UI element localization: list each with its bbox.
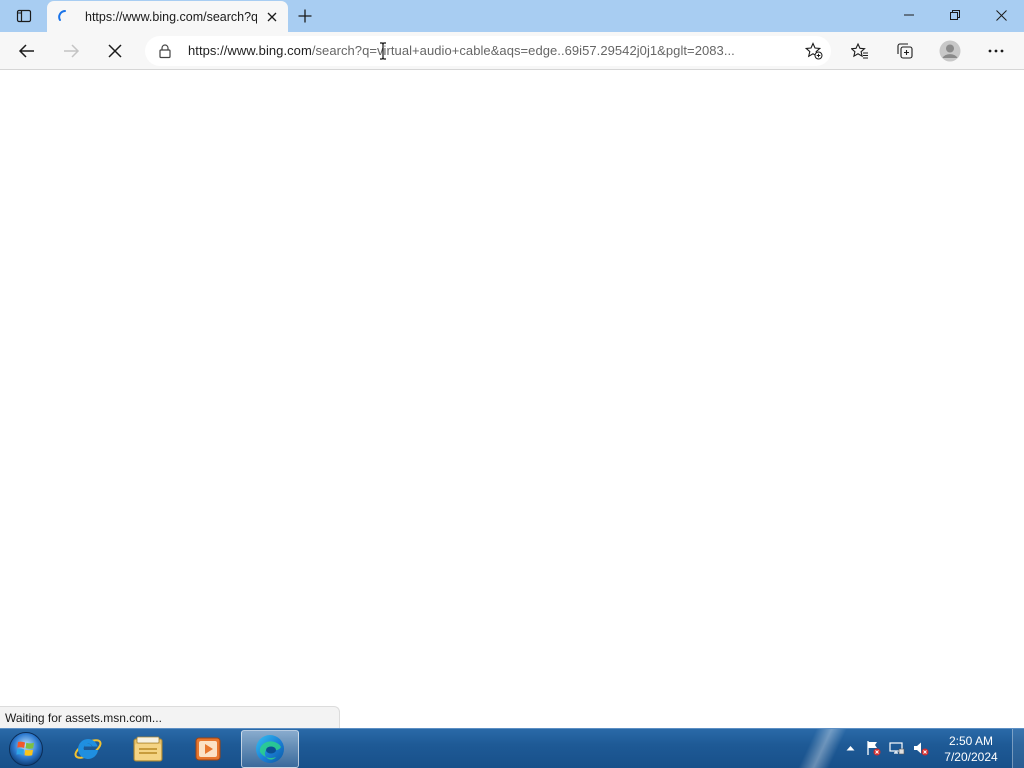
media-player-icon — [195, 737, 221, 761]
browser-tab-active[interactable]: https://www.bing.com/search?q=virtual+au… — [47, 1, 288, 32]
tab-strip: https://www.bing.com/search?q=virtual+au… — [0, 0, 1024, 32]
internet-explorer-icon — [74, 739, 102, 759]
action-center-tray[interactable] — [864, 739, 882, 757]
address-url[interactable]: https://www.bing.com/search?q=virtual+au… — [188, 43, 788, 58]
settings-more-button[interactable] — [981, 36, 1011, 66]
taskbar-clock[interactable]: 2:50 AM 7/20/2024 — [936, 733, 1006, 765]
folder-icon — [133, 736, 163, 762]
forward-button[interactable] — [56, 36, 86, 66]
stop-icon — [108, 44, 122, 58]
favorites-icon — [851, 42, 868, 59]
add-favorite-button[interactable] — [803, 40, 825, 62]
volume-tray[interactable] — [912, 739, 930, 757]
close-icon — [995, 9, 1007, 21]
new-tab-button[interactable] — [293, 4, 317, 28]
restore-button[interactable] — [932, 0, 978, 30]
favorites-button[interactable] — [845, 36, 875, 66]
network-icon — [889, 742, 905, 755]
close-window-button[interactable] — [978, 0, 1024, 30]
tab-actions-menu-button[interactable] — [4, 0, 44, 32]
minimize-button[interactable] — [886, 0, 932, 30]
collections-button[interactable] — [890, 36, 920, 66]
windows-orb-icon — [9, 732, 43, 766]
avatar-icon — [939, 40, 961, 62]
tab-actions-icon — [16, 9, 32, 23]
restore-icon — [950, 10, 960, 20]
arrow-right-icon — [64, 44, 80, 58]
taskbar-highlight — [760, 729, 880, 768]
browser-toolbar: https://www.bing.com/search?q=virtual+au… — [0, 32, 1024, 70]
plus-icon — [298, 9, 312, 23]
profile-button[interactable] — [935, 36, 965, 66]
clock-time: 2:50 AM — [948, 734, 994, 748]
close-icon — [267, 12, 277, 22]
tab-close-button[interactable] — [264, 9, 280, 25]
clock-date: 7/20/2024 — [944, 750, 998, 764]
collections-icon — [897, 43, 913, 59]
star-add-icon — [805, 42, 823, 60]
edge-icon — [256, 735, 284, 763]
url-host: https://www.bing.com — [188, 43, 312, 58]
text-cursor-icon — [380, 42, 386, 60]
more-horizontal-icon — [988, 49, 1004, 53]
stop-loading-button[interactable] — [100, 36, 130, 66]
taskbar-file-explorer[interactable] — [120, 730, 176, 768]
minimize-icon — [904, 14, 914, 16]
taskbar-microsoft-edge[interactable] — [241, 730, 299, 768]
loading-spinner-icon — [58, 9, 66, 21]
show-hidden-icons-button[interactable] — [841, 739, 859, 757]
caret-up-icon — [846, 746, 854, 751]
url-path: /search?q=virtual+audio+cable&aqs=edge..… — [311, 43, 735, 58]
address-bar[interactable]: https://www.bing.com/search?q=virtual+au… — [145, 36, 831, 66]
taskbar-media-player[interactable] — [180, 730, 236, 768]
lock-icon[interactable] — [157, 43, 173, 59]
flag-alert-icon — [867, 741, 881, 756]
start-button[interactable] — [4, 730, 48, 768]
arrow-left-icon — [18, 44, 34, 58]
back-button[interactable] — [12, 36, 42, 66]
status-bubble: Waiting for assets.msn.com... — [0, 706, 340, 728]
taskbar: 2:50 AM 7/20/2024 — [0, 728, 1024, 768]
page-content-area — [0, 71, 1024, 727]
network-tray[interactable] — [888, 739, 906, 757]
tab-title: https://www.bing.com/search?q=virtual+au… — [85, 9, 257, 24]
taskbar-internet-explorer[interactable] — [60, 730, 116, 768]
volume-muted-icon — [914, 742, 929, 756]
show-desktop-button[interactable] — [1012, 729, 1024, 768]
